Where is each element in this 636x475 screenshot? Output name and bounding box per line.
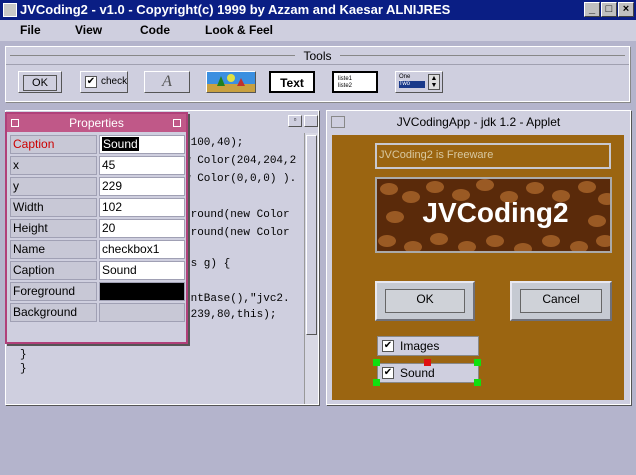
property-label: y bbox=[10, 177, 97, 196]
property-row: Caption Sound bbox=[10, 261, 185, 280]
maximize-icon[interactable] bbox=[304, 115, 318, 127]
selection-handle[interactable] bbox=[474, 379, 481, 386]
tools-title: Tools bbox=[295, 49, 340, 63]
property-label: Name bbox=[10, 240, 97, 259]
list-item: liste2 bbox=[338, 83, 353, 89]
code-line: ,100,40); bbox=[184, 137, 244, 149]
checkbox-icon: ✔ bbox=[85, 76, 97, 88]
images-checkbox-label: Images bbox=[400, 339, 440, 353]
window-title: JVCoding2 - v1.0 - Copyright(c) 1999 by … bbox=[20, 2, 451, 17]
code-line: ground(new Color bbox=[184, 209, 290, 221]
property-label: Background bbox=[10, 303, 97, 322]
menu-look-and-feel[interactable]: Look & Feel bbox=[205, 23, 273, 37]
status-area bbox=[0, 410, 636, 475]
property-value[interactable]: Sound bbox=[99, 261, 185, 280]
property-row: Caption Sound bbox=[10, 135, 185, 154]
property-value-text: Sound bbox=[102, 137, 139, 151]
property-label: Width bbox=[10, 198, 97, 217]
checkmark-icon: ✔ bbox=[382, 340, 394, 352]
menu-file[interactable]: File bbox=[20, 23, 41, 37]
property-label: x bbox=[10, 156, 97, 175]
editor-scrollbar[interactable] bbox=[304, 133, 318, 404]
tool-textfield[interactable]: Text bbox=[269, 71, 315, 93]
properties-title: Properties bbox=[7, 114, 186, 132]
app-icon bbox=[3, 3, 17, 17]
ok-button-label: OK bbox=[385, 289, 465, 313]
list-item: liste1 bbox=[338, 76, 353, 82]
code-line: ,239,80,this); bbox=[184, 309, 277, 321]
property-row: Height 20 bbox=[10, 219, 185, 238]
checkmark-icon: ✔ bbox=[382, 367, 394, 379]
property-row: Foreground bbox=[10, 282, 185, 301]
code-line: entBase(),"jvc2. bbox=[184, 293, 290, 305]
property-label: Height bbox=[10, 219, 97, 238]
tool-button[interactable]: OK bbox=[18, 71, 62, 93]
property-value[interactable]: checkbox1 bbox=[99, 240, 185, 259]
tool-button-label: OK bbox=[23, 75, 57, 91]
panel-close-icon[interactable] bbox=[173, 119, 181, 127]
image-icon bbox=[207, 72, 255, 92]
tool-label[interactable]: A bbox=[144, 71, 190, 93]
maximize-button[interactable]: □ bbox=[601, 2, 617, 17]
sound-checkbox[interactable]: ✔ Sound bbox=[377, 363, 479, 383]
applet-title: JVCodingApp - jdk 1.2 - Applet bbox=[396, 115, 561, 129]
property-row: Width 102 bbox=[10, 198, 185, 217]
close-button[interactable]: × bbox=[618, 2, 634, 17]
code-line: } bbox=[20, 349, 27, 361]
code-line: w Color(0,0,0) ). bbox=[184, 173, 297, 185]
code-line: cs g) { bbox=[184, 258, 231, 270]
textfield-value: JVCoding2 is Freeware bbox=[379, 149, 494, 161]
tool-checkbox-label: check bbox=[101, 76, 128, 87]
cancel-button-label: Cancel bbox=[520, 289, 602, 313]
property-label: Caption bbox=[10, 261, 97, 280]
code-line: w Color(204,204,2 bbox=[184, 155, 297, 167]
tools-panel: Tools OK ✔ check A Text liste1 liste2 On… bbox=[5, 46, 630, 102]
property-value[interactable]: 102 bbox=[99, 198, 185, 217]
banner-text: JVCoding2 bbox=[422, 197, 569, 228]
tool-checkbox[interactable]: ✔ check bbox=[80, 71, 128, 93]
menu-bar: File View Code Look & Feel bbox=[0, 20, 636, 41]
property-row: Name checkbox1 bbox=[10, 240, 185, 259]
spinner-icon: ▲ ▼ bbox=[428, 74, 440, 90]
property-label: Foreground bbox=[10, 282, 97, 301]
foreground-swatch[interactable] bbox=[99, 282, 185, 301]
background-swatch[interactable] bbox=[99, 303, 185, 322]
property-label: Caption bbox=[10, 135, 97, 154]
applet-window: JVCodingApp - jdk 1.2 - Applet JVCoding2… bbox=[326, 110, 631, 405]
images-checkbox[interactable]: ✔ Images bbox=[377, 336, 479, 356]
selection-handle[interactable] bbox=[373, 379, 380, 386]
tool-image[interactable] bbox=[206, 71, 256, 93]
move-handle[interactable] bbox=[424, 359, 431, 366]
code-line: } bbox=[20, 363, 27, 375]
property-value[interactable]: 229 bbox=[99, 177, 185, 196]
property-value[interactable]: 45 bbox=[99, 156, 185, 175]
property-value[interactable]: Sound bbox=[99, 135, 185, 154]
combo-item: Two bbox=[399, 81, 425, 88]
property-row: y 229 bbox=[10, 177, 185, 196]
property-row: Background bbox=[10, 303, 185, 322]
selection-handle[interactable] bbox=[373, 359, 380, 366]
tool-list[interactable]: liste1 liste2 bbox=[332, 71, 378, 93]
applet-canvas: JVCoding2 is Freeware JVCoding2 OK Cance… bbox=[332, 135, 624, 400]
minimize-icon[interactable]: ▫ bbox=[288, 115, 302, 127]
menu-code[interactable]: Code bbox=[140, 23, 170, 37]
minimize-button[interactable]: _ bbox=[584, 2, 600, 17]
banner-image: JVCoding2 bbox=[375, 177, 612, 253]
properties-panel: Properties Caption Sound x 45 y 229 Widt… bbox=[5, 112, 188, 344]
tools-header: Tools bbox=[6, 47, 629, 65]
title-bar: JVCoding2 - v1.0 - Copyright(c) 1999 by … bbox=[0, 0, 636, 20]
selection-handle[interactable] bbox=[474, 359, 481, 366]
property-value[interactable]: 20 bbox=[99, 219, 185, 238]
code-line: ground(new Color bbox=[184, 227, 290, 239]
tool-combo[interactable]: One Two ▲ ▼ bbox=[395, 71, 443, 93]
menu-view[interactable]: View bbox=[75, 23, 102, 37]
freeware-textfield[interactable]: JVCoding2 is Freeware bbox=[375, 143, 611, 169]
panel-menu-icon[interactable] bbox=[11, 119, 19, 127]
property-row: x 45 bbox=[10, 156, 185, 175]
sound-checkbox-label: Sound bbox=[400, 366, 435, 380]
cancel-button[interactable]: Cancel bbox=[510, 281, 612, 321]
ok-button[interactable]: OK bbox=[375, 281, 475, 321]
scrollbar-thumb[interactable] bbox=[306, 135, 317, 335]
